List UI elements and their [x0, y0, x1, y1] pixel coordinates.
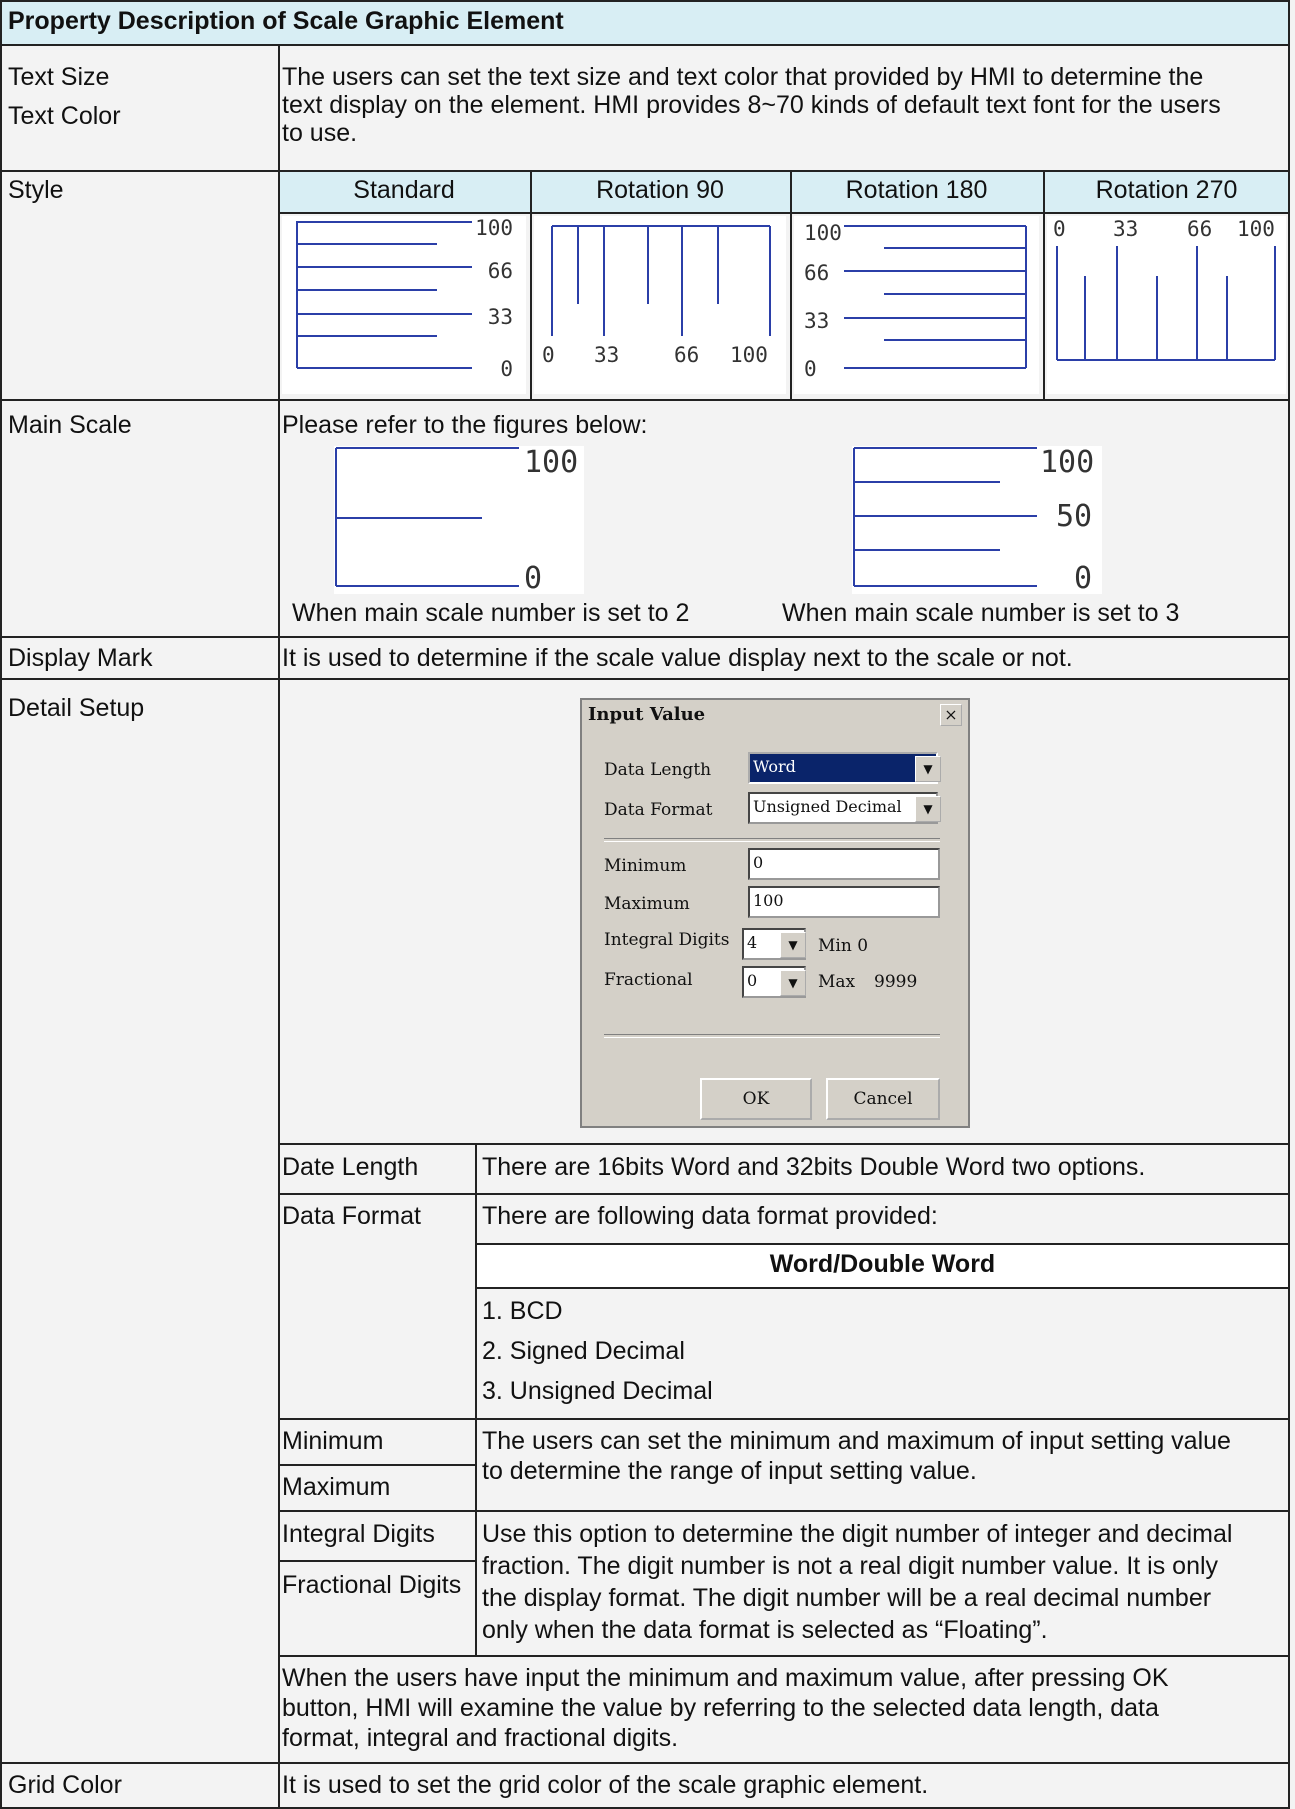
digits-desc-2: fraction. The digit number is not a real… — [482, 1552, 1219, 1580]
label-grid-color: Grid Color — [8, 1771, 122, 1799]
dialog-divider — [604, 838, 940, 842]
maximum-input[interactable]: 100 — [748, 886, 940, 918]
chevron-down-icon[interactable]: ▼ — [780, 932, 806, 958]
tick-r270-33: 33 — [1113, 217, 1138, 241]
main-scale-fig-3: 100 50 0 — [852, 446, 1102, 594]
scale-rot90: 0 33 66 100 — [534, 216, 786, 394]
label-main-scale: Main Scale — [8, 411, 132, 439]
max-text: Max — [818, 972, 856, 992]
tick-r270-66: 66 — [1187, 217, 1212, 241]
tick-r270-0: 0 — [1053, 217, 1066, 241]
label-maximum: Maximum — [282, 1473, 391, 1501]
fig2-tick-50: 50 — [1056, 499, 1092, 534]
data-format-select[interactable]: Unsigned Decimal — [748, 792, 938, 824]
main-scale-fig-2: 100 0 — [334, 446, 584, 594]
tick-std-100: 100 — [475, 216, 513, 240]
main-scale-intro: Please refer to the figures below: — [282, 411, 648, 439]
tick-r90-33: 33 — [594, 343, 619, 367]
table-title: Property Description of Scale Graphic El… — [8, 7, 564, 35]
tick-r180-100: 100 — [804, 221, 842, 245]
main-scale-caption-1: When main scale number is set to 2 — [292, 599, 690, 627]
minimum-label: Minimum — [604, 856, 687, 876]
label-style: Style — [8, 176, 64, 204]
chevron-down-icon[interactable]: ▼ — [915, 796, 941, 822]
cancel-button[interactable]: Cancel — [826, 1078, 940, 1120]
property-table: Property Description of Scale Graphic El… — [0, 0, 1290, 1809]
dialog-title: Input Value — [582, 700, 968, 730]
label-detail-setup: Detail Setup — [8, 694, 145, 722]
fractional-label: Fractional — [604, 970, 693, 990]
data-format-desc: There are following data format provided… — [482, 1202, 938, 1230]
tick-r180-0: 0 — [804, 357, 817, 381]
tick-r90-100: 100 — [730, 343, 768, 367]
min-text: Min 0 — [818, 936, 869, 956]
label-data-format: Data Format — [282, 1202, 421, 1230]
format-item-bcd: 1. BCD — [482, 1297, 563, 1325]
data-format-subheader: Word/Double Word — [769, 1250, 996, 1278]
label-integral-digits: Integral Digits — [282, 1520, 435, 1548]
digits-desc-1: Use this option to determine the digit n… — [482, 1520, 1233, 1548]
date-length-desc: There are 16bits Word and 32bits Double … — [482, 1153, 1146, 1181]
close-icon[interactable]: × — [940, 704, 962, 726]
data-format-label: Data Format — [604, 800, 713, 820]
ok-button[interactable]: OK — [700, 1078, 812, 1120]
scale-rot270: 0 33 66 100 — [1047, 216, 1286, 394]
tick-std-66: 66 — [488, 259, 513, 283]
tick-r90-0: 0 — [542, 343, 555, 367]
label-date-length: Date Length — [282, 1153, 419, 1181]
input-value-dialog: Input Value × Data Length Word ▼ Data Fo… — [580, 698, 970, 1128]
tick-r180-66: 66 — [804, 261, 829, 285]
label-minimum: Minimum — [282, 1427, 384, 1455]
minmax-desc-1: The users can set the minimum and maximu… — [482, 1427, 1231, 1455]
tick-r180-33: 33 — [804, 309, 829, 333]
tick-r270-100: 100 — [1237, 217, 1275, 241]
scale-rot180: 100 66 33 0 — [794, 216, 1039, 394]
data-length-select[interactable]: Word — [748, 752, 938, 784]
chevron-down-icon[interactable]: ▼ — [780, 970, 806, 996]
tick-r90-66: 66 — [674, 343, 699, 367]
data-length-label: Data Length — [604, 760, 712, 780]
digits-desc-3: the display format. The digit number wil… — [482, 1584, 1212, 1612]
tick-std-0: 0 — [500, 357, 513, 381]
minimum-input[interactable]: 0 — [748, 848, 940, 880]
format-item-signed: 2. Signed Decimal — [482, 1337, 685, 1365]
chevron-down-icon[interactable]: ▼ — [915, 756, 941, 782]
fig1-tick-100: 100 — [524, 446, 578, 480]
label-text-color: Text Color — [8, 102, 121, 130]
minmax-desc-2: to determine the range of input setting … — [482, 1457, 977, 1485]
style-col-rot270: Rotation 270 — [1095, 176, 1238, 204]
scale-standard: 100 66 33 0 — [282, 216, 526, 394]
style-col-standard: Standard — [353, 176, 455, 204]
tick-std-33: 33 — [488, 305, 513, 329]
max-value: 9999 — [874, 972, 918, 992]
style-col-rot90: Rotation 90 — [596, 176, 724, 204]
detail-note-1: When the users have input the minimum an… — [282, 1664, 1169, 1692]
integral-digits-label: Integral Digits — [604, 930, 730, 950]
fig2-tick-100: 100 — [1040, 446, 1094, 480]
display-mark-desc: It is used to determine if the scale val… — [282, 644, 1073, 672]
dialog-divider — [604, 1034, 940, 1038]
fig2-tick-0: 0 — [1074, 561, 1092, 594]
main-scale-caption-2: When main scale number is set to 3 — [782, 599, 1180, 627]
style-col-rot180: Rotation 180 — [845, 176, 988, 204]
detail-note-3: format, integral and fractional digits. — [282, 1724, 679, 1752]
detail-note-2: button, HMI will examine the value by re… — [282, 1694, 1159, 1722]
format-item-unsigned: 3. Unsigned Decimal — [482, 1377, 713, 1405]
maximum-label: Maximum — [604, 894, 690, 914]
digits-desc-4: only when the data format is selected as… — [482, 1616, 1048, 1644]
text-size-desc-2: text display on the element. HMI provide… — [282, 91, 1221, 119]
label-display-mark: Display Mark — [8, 644, 153, 672]
text-size-desc-1: The users can set the text size and text… — [282, 63, 1204, 91]
label-fractional-digits: Fractional Digits — [282, 1571, 462, 1599]
fig1-tick-0: 0 — [524, 561, 542, 594]
grid-color-desc: It is used to set the grid color of the … — [282, 1771, 929, 1799]
label-text-size: Text Size — [8, 63, 110, 91]
text-size-desc-3: to use. — [282, 119, 358, 147]
